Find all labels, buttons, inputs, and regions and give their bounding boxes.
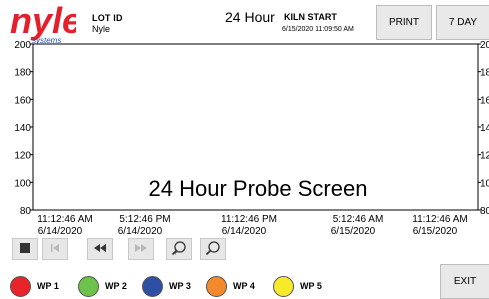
- wp-color-dot: [78, 276, 99, 297]
- x-tick-time: 11:12:46 AM: [412, 214, 467, 225]
- x-tick-date: 6/15/2020: [331, 226, 376, 237]
- print-button[interactable]: PRINT: [376, 5, 432, 40]
- y-tick-label-right: 18: [480, 68, 489, 79]
- skip-to-start-icon: [49, 242, 61, 257]
- seven-day-button[interactable]: 7 DAY: [436, 5, 489, 40]
- lot-id-value: Nyle: [92, 24, 111, 34]
- svg-text:+: +: [173, 248, 178, 256]
- fast-forward-icon: [134, 242, 148, 257]
- forward-button[interactable]: [128, 238, 154, 260]
- x-tick-date: 6/14/2020: [118, 226, 163, 237]
- probe-chart: 200 180 160 140 120 100 80 20 18 16 14 12 10 80 11:1…: [14, 40, 489, 237]
- kiln-start-time: 6/15/2020 11:09:50 AM: [282, 26, 354, 33]
- x-tick-time: 5:12:46 AM: [333, 214, 384, 225]
- y-tick-label-left: 140: [14, 123, 31, 134]
- first-button[interactable]: [42, 238, 68, 260]
- y-tick-label-right: 80: [480, 206, 489, 217]
- kiln-start-label: KILN START: [284, 12, 337, 22]
- x-tick-time: 5:12:46 PM: [119, 214, 170, 225]
- stop-icon: [19, 242, 31, 257]
- chart-title: 24 Hour Probe Screen: [149, 176, 368, 201]
- y-tick-label-left: 160: [14, 95, 31, 106]
- wp-color-dot: [10, 276, 31, 297]
- y-tick-label-left: 120: [14, 151, 31, 162]
- y-tick-label-right: 16: [480, 95, 489, 106]
- x-tick-date: 6/14/2020: [222, 226, 267, 237]
- y-tick-label-right: 20: [480, 40, 489, 51]
- wp-label: WP 5: [300, 281, 322, 291]
- x-tick-date: 6/14/2020: [38, 226, 83, 237]
- y-tick-label-left: 200: [14, 40, 31, 51]
- wp-color-dot: [206, 276, 227, 297]
- wp-color-dot: [273, 276, 294, 297]
- zoom-in-button[interactable]: +: [166, 238, 192, 260]
- y-tick-label-left: 80: [20, 206, 32, 217]
- zoom-in-icon: +: [171, 240, 187, 259]
- x-tick-date: 6/15/2020: [413, 226, 458, 237]
- zoom-out-icon: -: [205, 240, 221, 259]
- y-tick-label-left: 100: [14, 178, 31, 189]
- y-tick-label-right: 12: [480, 151, 489, 162]
- wp-color-dot: [142, 276, 163, 297]
- period-title: 24 Hour: [225, 9, 275, 25]
- stop-button[interactable]: [12, 238, 38, 260]
- y-tick-label-right: 10: [480, 178, 489, 189]
- rewind-button[interactable]: [87, 238, 113, 260]
- svg-text:-: -: [207, 248, 210, 256]
- y-tick-label-right: 14: [480, 123, 489, 134]
- wp-label: WP 3: [169, 281, 191, 291]
- x-tick-time: 11:12:46 PM: [221, 214, 277, 225]
- zoom-out-button[interactable]: -: [200, 238, 226, 260]
- lot-id-label: LOT ID: [92, 13, 123, 23]
- nyle-logo: nyle systems: [10, 0, 82, 45]
- exit-button[interactable]: EXIT: [440, 264, 489, 299]
- y-tick-label-left: 180: [14, 68, 31, 79]
- wp-label: WP 4: [233, 281, 255, 291]
- rewind-icon: [93, 242, 107, 257]
- x-tick-time: 11:12:46 AM: [37, 214, 92, 225]
- wp-label: WP 2: [105, 281, 127, 291]
- wp-label: WP 1: [37, 281, 59, 291]
